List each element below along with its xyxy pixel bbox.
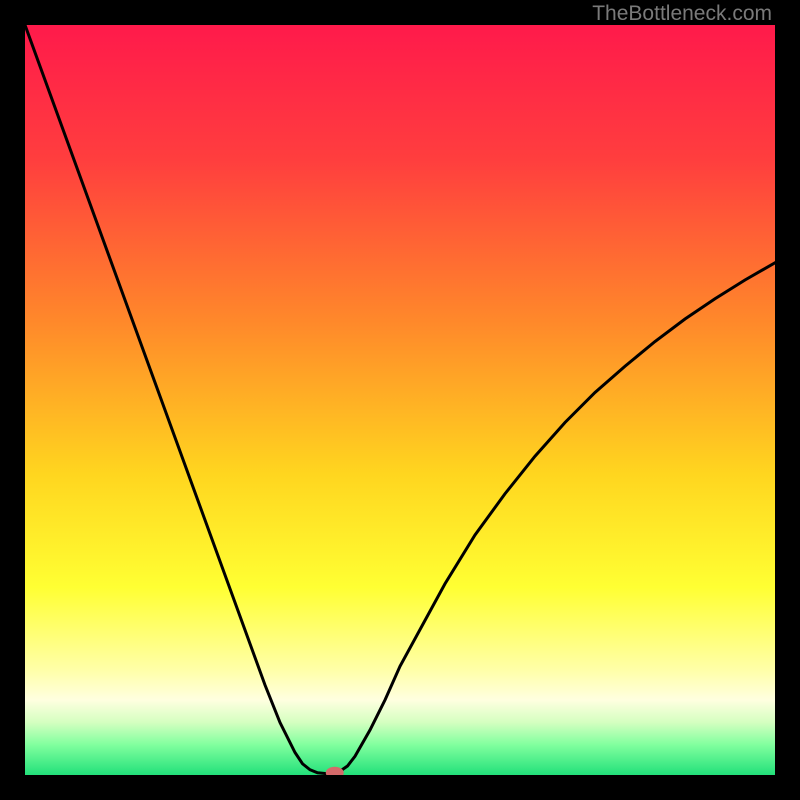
chart-background — [25, 25, 775, 775]
chart-frame — [25, 25, 775, 775]
bottleneck-chart — [25, 25, 775, 775]
watermark-text: TheBottleneck.com — [592, 2, 772, 26]
